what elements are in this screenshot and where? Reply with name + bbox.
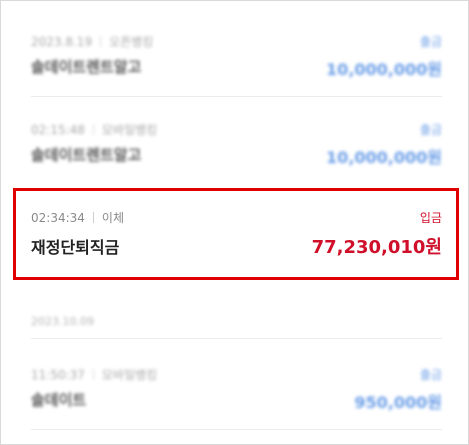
transaction-amount: 77,230,010원 <box>311 237 442 258</box>
transaction-channel: 오픈뱅킹 <box>109 35 154 49</box>
row-divider <box>31 96 442 97</box>
transaction-amount: 950,000원 <box>354 393 442 412</box>
transaction-meta: 11:50:37 모바일뱅킹 <box>31 366 157 383</box>
transaction-name: 솔데이트렌트알고 <box>31 58 142 76</box>
transaction-row[interactable]: 11:50:37 모바일뱅킹 출금 솔데이트 950,000원 <box>31 366 442 414</box>
transaction-row[interactable]: 02:15:48 모바일뱅킹 출금 솔데이트렌트알고 10,000,000원 <box>31 121 442 169</box>
transaction-name: 재정단퇴직금 <box>31 238 120 257</box>
row-divider <box>31 429 442 430</box>
transaction-channel: 이체 <box>101 211 124 225</box>
transaction-type: 출금 <box>419 368 442 382</box>
transaction-row[interactable]: 2023.8.19 오픈뱅킹 출금 솔데이트렌트알고 10,000,000원 <box>31 33 442 81</box>
date-section-header: 2023.10.09 <box>31 315 94 328</box>
transaction-type: 출금 <box>419 123 442 137</box>
meta-separator <box>92 124 94 135</box>
transaction-meta: 02:15:48 모바일뱅킹 <box>31 121 157 138</box>
transaction-type: 입금 <box>419 211 442 225</box>
transaction-meta: 2023.8.19 오픈뱅킹 <box>31 33 153 50</box>
transaction-amount: 10,000,000원 <box>326 60 442 79</box>
transaction-name: 솔데이트 <box>31 391 87 409</box>
transaction-meta: 02:34:34 이체 <box>31 209 124 226</box>
meta-separator <box>92 369 94 380</box>
transaction-channel: 모바일뱅킹 <box>101 123 158 137</box>
transaction-time: 11:50:37 <box>31 368 85 382</box>
transaction-type: 출금 <box>419 35 442 49</box>
transaction-amount: 10,000,000원 <box>326 148 442 167</box>
transaction-row-highlighted[interactable]: 02:34:34 이체 입금 재정단퇴직금 77,230,010원 <box>31 209 442 261</box>
transaction-channel: 모바일뱅킹 <box>101 368 158 382</box>
transaction-time: 2023.8.19 <box>31 35 93 49</box>
transaction-history-list: 2023.8.19 오픈뱅킹 출금 솔데이트렌트알고 10,000,000원 02… <box>0 0 469 445</box>
meta-separator <box>100 36 102 47</box>
transaction-time: 02:15:48 <box>31 123 85 137</box>
meta-separator <box>92 212 94 223</box>
row-divider <box>31 338 442 339</box>
transaction-name: 솔데이트렌트알고 <box>31 146 142 164</box>
transaction-time: 02:34:34 <box>31 211 85 225</box>
